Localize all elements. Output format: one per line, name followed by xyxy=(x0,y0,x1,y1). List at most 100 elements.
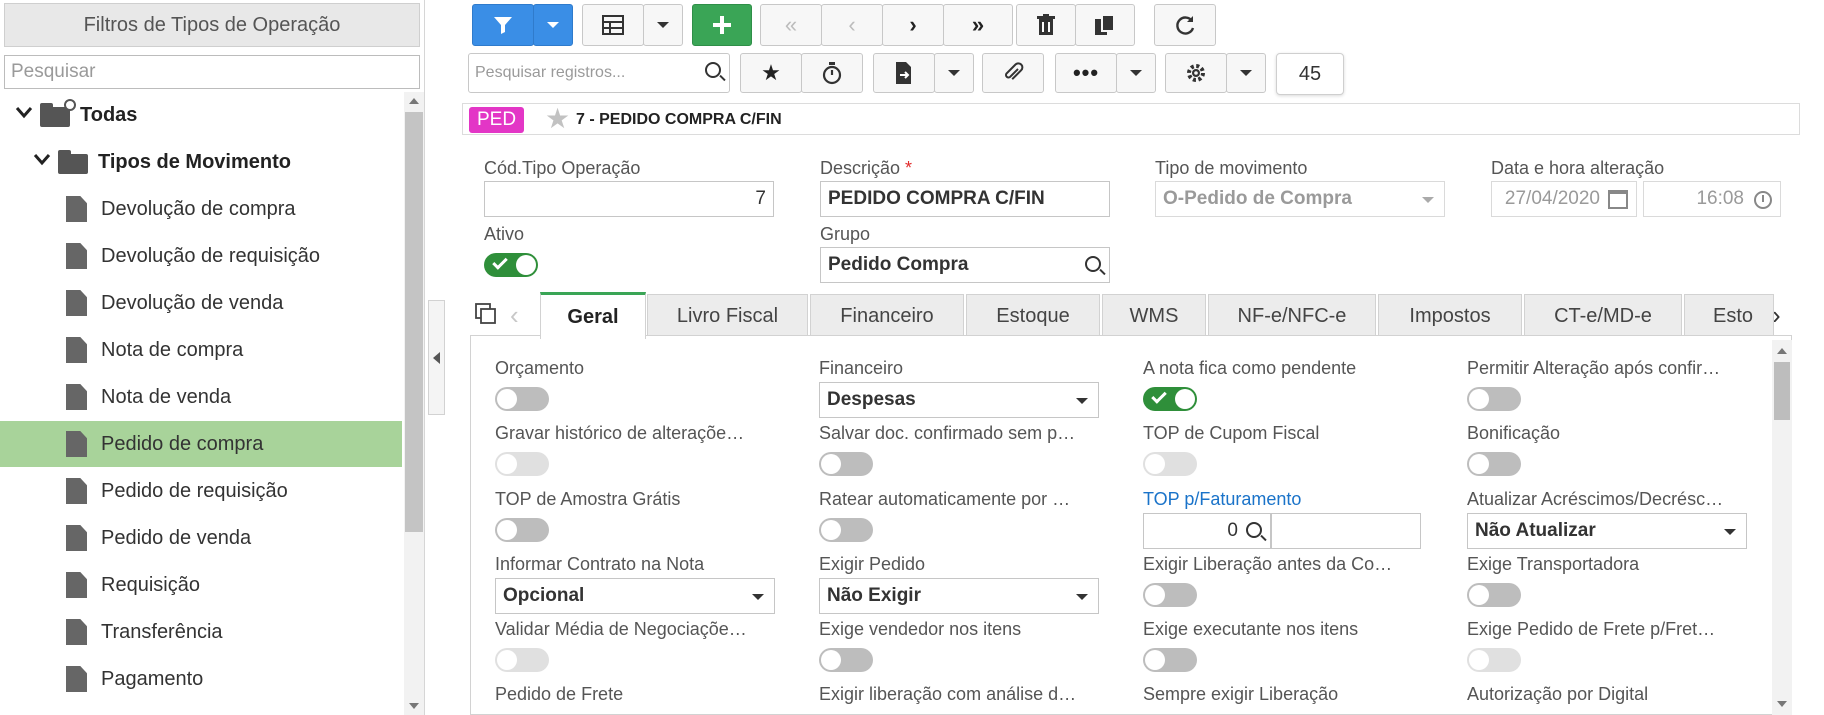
exige-exec-toggle[interactable] xyxy=(1143,648,1197,672)
cod-field[interactable]: 7 xyxy=(484,181,774,217)
top-amostra-label: TOP de Amostra Grátis xyxy=(495,489,681,509)
tab-estoque[interactable]: Estoque xyxy=(966,294,1100,337)
timer-icon xyxy=(822,62,842,85)
sidebar-title: Filtros de Tipos de Operação xyxy=(4,3,420,47)
copy-icon[interactable] xyxy=(474,302,498,326)
add-button[interactable] xyxy=(692,4,752,46)
tab-geral[interactable]: Geral xyxy=(540,292,646,339)
nota-pendente-toggle[interactable] xyxy=(1143,387,1197,411)
tree-item-label: Pedido de venda xyxy=(101,526,252,549)
exigir-pedido-select[interactable]: Não Exigir xyxy=(819,578,1099,614)
more-actions-button[interactable]: ••• xyxy=(1055,53,1117,93)
chevron-down-icon[interactable] xyxy=(32,149,52,175)
tree-item[interactable]: Pedido de requisição xyxy=(0,468,402,514)
tree-item[interactable]: Nota de compra xyxy=(0,327,402,373)
exigir-lib-toggle[interactable] xyxy=(1143,583,1197,607)
filter-menu-button[interactable] xyxy=(533,4,573,46)
tree-item[interactable]: Pedido de venda xyxy=(0,515,402,561)
search-icon[interactable] xyxy=(1085,256,1101,272)
favorite-button[interactable]: ★ xyxy=(740,53,802,93)
bonificacao-toggle[interactable] xyxy=(1467,452,1521,476)
export-menu-button[interactable] xyxy=(934,53,974,93)
tree-item[interactable]: Tipos de Movimento xyxy=(0,139,402,185)
tree-item[interactable]: Requisição xyxy=(0,562,402,608)
atualizar-select[interactable]: Não Atualizar xyxy=(1467,513,1747,549)
tab-livro-fiscal[interactable]: Livro Fiscal xyxy=(647,294,808,337)
grupo-field[interactable]: Pedido Compra xyxy=(820,247,1110,283)
attachment-button[interactable] xyxy=(982,53,1044,93)
chevron-down-icon[interactable] xyxy=(14,102,34,128)
tree-item[interactable]: Devolução de requisição xyxy=(0,233,402,279)
financeiro-value: Despesas xyxy=(827,389,916,410)
first-record-button[interactable]: « xyxy=(760,4,822,46)
scroll-down-icon[interactable] xyxy=(1777,701,1787,707)
search-icon[interactable] xyxy=(705,62,721,78)
next-record-button[interactable]: › xyxy=(882,4,944,46)
descricao-field[interactable]: PEDIDO COMPRA C/FIN xyxy=(820,181,1110,217)
tab-ct-e-md-e[interactable]: CT-e/MD-e xyxy=(1524,294,1682,337)
exige-vend-toggle[interactable] xyxy=(819,648,873,672)
tab-esto[interactable]: Esto xyxy=(1684,294,1774,337)
tree-scrollbar[interactable] xyxy=(404,92,424,715)
informar-contrato-select[interactable]: Opcional xyxy=(495,578,775,614)
grid-view-button[interactable] xyxy=(582,4,644,46)
star-icon[interactable]: ★ xyxy=(545,105,570,133)
plus-icon xyxy=(713,16,731,34)
salvar-doc-toggle[interactable] xyxy=(819,452,873,476)
grupo-value: Pedido Compra xyxy=(828,254,969,275)
duplicate-button[interactable] xyxy=(1075,4,1135,46)
refresh-button[interactable] xyxy=(1154,4,1216,46)
filter-button[interactable] xyxy=(472,4,534,46)
financeiro-label: Financeiro xyxy=(819,358,904,378)
sidebar-search-input[interactable] xyxy=(4,55,420,89)
top-fat-label[interactable]: TOP p/Faturamento xyxy=(1143,489,1301,510)
panel-scrollbar[interactable] xyxy=(1772,340,1792,715)
tab-wms[interactable]: WMS xyxy=(1102,294,1206,337)
permitir-alt-toggle[interactable] xyxy=(1467,387,1521,411)
export-button[interactable] xyxy=(873,53,935,93)
tab-financeiro[interactable]: Financeiro xyxy=(810,294,964,337)
scroll-up-icon[interactable] xyxy=(1777,348,1787,354)
settings-menu-button[interactable] xyxy=(1226,53,1266,93)
scroll-thumb[interactable] xyxy=(405,112,423,532)
delete-button[interactable] xyxy=(1016,4,1076,46)
top-faturamento-desc-field[interactable] xyxy=(1271,513,1421,549)
top-amostra-toggle[interactable] xyxy=(495,518,549,542)
record-search-input[interactable] xyxy=(475,62,695,84)
financeiro-select[interactable]: Despesas xyxy=(819,382,1099,418)
caret-down-icon xyxy=(657,22,669,28)
tab-prev-icon[interactable]: ‹ xyxy=(510,300,519,331)
more-menu-button[interactable] xyxy=(1116,53,1156,93)
tree-item[interactable]: Pedido de compra xyxy=(0,421,402,467)
sempre-exigir-label: Sempre exigir Liberação xyxy=(1143,684,1339,704)
exige-transp-label: Exige Transportadora xyxy=(1467,554,1640,574)
collapse-sidebar-handle[interactable] xyxy=(428,300,445,415)
scroll-down-icon[interactable] xyxy=(409,703,419,709)
tree-item-label: Devolução de compra xyxy=(101,197,296,220)
document-icon xyxy=(66,290,87,316)
tree-item[interactable]: Pagamento xyxy=(0,656,402,702)
top-faturamento-code-field[interactable]: 0 xyxy=(1143,513,1271,549)
grid-menu-button[interactable] xyxy=(643,4,683,46)
exige-exec-label: Exige executante nos itens xyxy=(1143,619,1359,639)
ratear-toggle[interactable] xyxy=(819,518,873,542)
last-record-button[interactable]: » xyxy=(943,4,1013,46)
tree-item[interactable]: Transferência xyxy=(0,609,402,655)
orcamento-toggle[interactable] xyxy=(495,387,549,411)
filter-icon xyxy=(494,17,512,34)
ativo-toggle[interactable] xyxy=(484,253,538,277)
tree-item[interactable]: Devolução de venda xyxy=(0,280,402,326)
prev-record-button[interactable]: ‹ xyxy=(821,4,883,46)
exige-transp-toggle[interactable] xyxy=(1467,583,1521,607)
tree-item[interactable]: Devolução de compra xyxy=(0,186,402,232)
scroll-up-icon[interactable] xyxy=(409,98,419,104)
tab-impostos[interactable]: Impostos xyxy=(1378,294,1522,337)
document-icon xyxy=(66,572,87,598)
tree-item[interactable]: Nota de venda xyxy=(0,374,402,420)
tree-item[interactable]: Todas xyxy=(0,92,402,138)
settings-button[interactable] xyxy=(1165,53,1227,93)
tab-nf-e-nfc-e[interactable]: NF-e/NFC-e xyxy=(1208,294,1376,337)
scroll-thumb[interactable] xyxy=(1774,362,1790,420)
search-icon[interactable] xyxy=(1246,522,1262,538)
timer-button[interactable] xyxy=(801,53,863,93)
